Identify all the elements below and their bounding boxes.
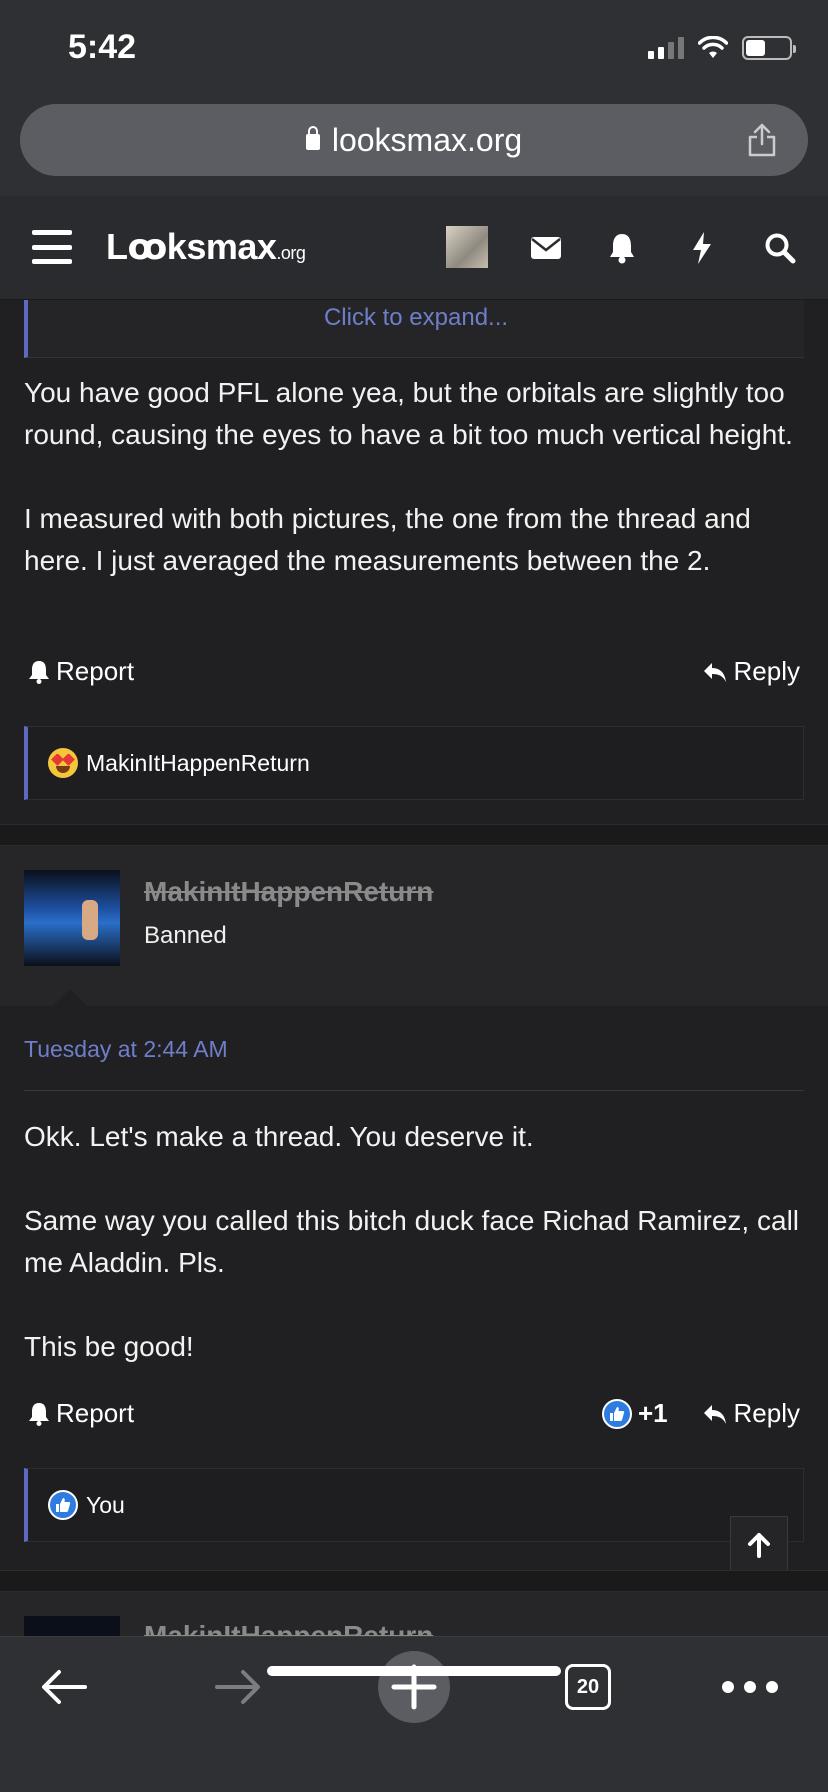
bell-icon — [29, 1402, 49, 1426]
post-paragraph: I measured with both pictures, the one f… — [24, 503, 751, 576]
thread-content: Click to expand... You have good PFL alo… — [0, 300, 828, 1636]
site-header: Lꝏksmax.org — [0, 196, 828, 300]
home-indicator[interactable] — [267, 1666, 561, 1676]
thumbs-up-icon — [602, 1398, 632, 1429]
reaction-users[interactable]: MakinItHappenReturn — [86, 750, 310, 777]
post-divider — [0, 824, 828, 846]
reply-icon — [703, 1404, 726, 1424]
menu-icon[interactable] — [32, 230, 72, 264]
post-divider — [0, 1570, 828, 1592]
bell-icon — [29, 660, 49, 684]
user-avatar-button[interactable] — [446, 226, 488, 268]
url-text: looksmax.org — [331, 121, 523, 158]
cellular-signal-icon — [648, 37, 684, 59]
arrow-up-icon — [748, 1533, 770, 1558]
site-logo[interactable]: Lꝏksmax.org — [106, 226, 306, 268]
post-user-block: MakinItHappenReturn Banned — [0, 846, 828, 1007]
click-to-expand-link[interactable]: Click to expand... — [28, 304, 804, 332]
scroll-to-top-button[interactable] — [730, 1516, 788, 1574]
lock-icon — [305, 126, 320, 150]
post-date-link[interactable]: Tuesday at 2:44 AM — [24, 1036, 228, 1063]
back-button[interactable] — [24, 1647, 104, 1727]
post-actions: Report Reply — [24, 656, 804, 696]
arrow-right-icon — [215, 1670, 260, 1704]
status-icons — [648, 36, 796, 60]
post-actions: Report +1 Reply — [24, 1398, 804, 1438]
post-paragraph: This be good! — [24, 1331, 194, 1362]
new-tab-button[interactable] — [378, 1651, 450, 1723]
inbox-icon[interactable] — [526, 228, 566, 268]
like-button[interactable]: +1 — [602, 1398, 668, 1429]
reactions-summary[interactable]: You — [24, 1468, 804, 1542]
avatar[interactable] — [24, 870, 120, 966]
tabs-button[interactable]: 20 — [548, 1647, 628, 1727]
reaction-users[interactable]: You — [86, 1492, 125, 1519]
status-time: 5:42 — [68, 28, 137, 66]
like-count: +1 — [638, 1398, 668, 1428]
search-icon[interactable] — [760, 228, 800, 268]
user-title: Banned — [144, 922, 227, 949]
username[interactable]: MakinItHappenReturn — [144, 1620, 433, 1636]
post-user-block: MakinItHappenReturn — [0, 1592, 828, 1636]
reply-button[interactable]: Reply — [702, 1398, 800, 1429]
post-paragraph: Okk. Let's make a thread. You deserve it… — [24, 1121, 534, 1152]
share-icon[interactable] — [746, 122, 778, 158]
browser-toolbar: 20 — [0, 1636, 828, 1792]
date-divider — [24, 1090, 804, 1091]
username[interactable]: MakinItHappenReturn — [144, 876, 433, 908]
battery-icon — [742, 36, 796, 60]
post-paragraph: You have good PFL alone yea, but the orb… — [24, 377, 793, 450]
heart-eyes-emoji-icon — [48, 748, 78, 778]
thumbs-up-icon — [48, 1490, 78, 1520]
user-block-pointer — [52, 989, 88, 1007]
more-dots-icon — [722, 1681, 778, 1693]
bell-icon[interactable] — [602, 228, 642, 268]
post-paragraph: Same way you called this bitch duck face… — [24, 1205, 800, 1278]
tab-count: 20 — [565, 1664, 611, 1710]
reply-button[interactable]: Reply — [702, 656, 800, 687]
arrow-left-icon — [42, 1670, 87, 1704]
blockquote: Click to expand... — [24, 300, 804, 358]
address-bar[interactable]: looksmax.org — [20, 104, 808, 176]
forward-button[interactable] — [198, 1647, 278, 1727]
more-options-button[interactable] — [710, 1647, 790, 1727]
browser-chrome: 5:42 looksmax.org — [0, 0, 828, 196]
wifi-icon — [698, 36, 728, 58]
reactions-summary[interactable]: MakinItHappenReturn — [24, 726, 804, 800]
reply-icon — [703, 662, 726, 682]
avatar[interactable] — [24, 1616, 120, 1636]
report-button[interactable]: Report — [28, 656, 134, 687]
lightning-icon[interactable] — [682, 228, 722, 268]
report-button[interactable]: Report — [28, 1398, 134, 1429]
